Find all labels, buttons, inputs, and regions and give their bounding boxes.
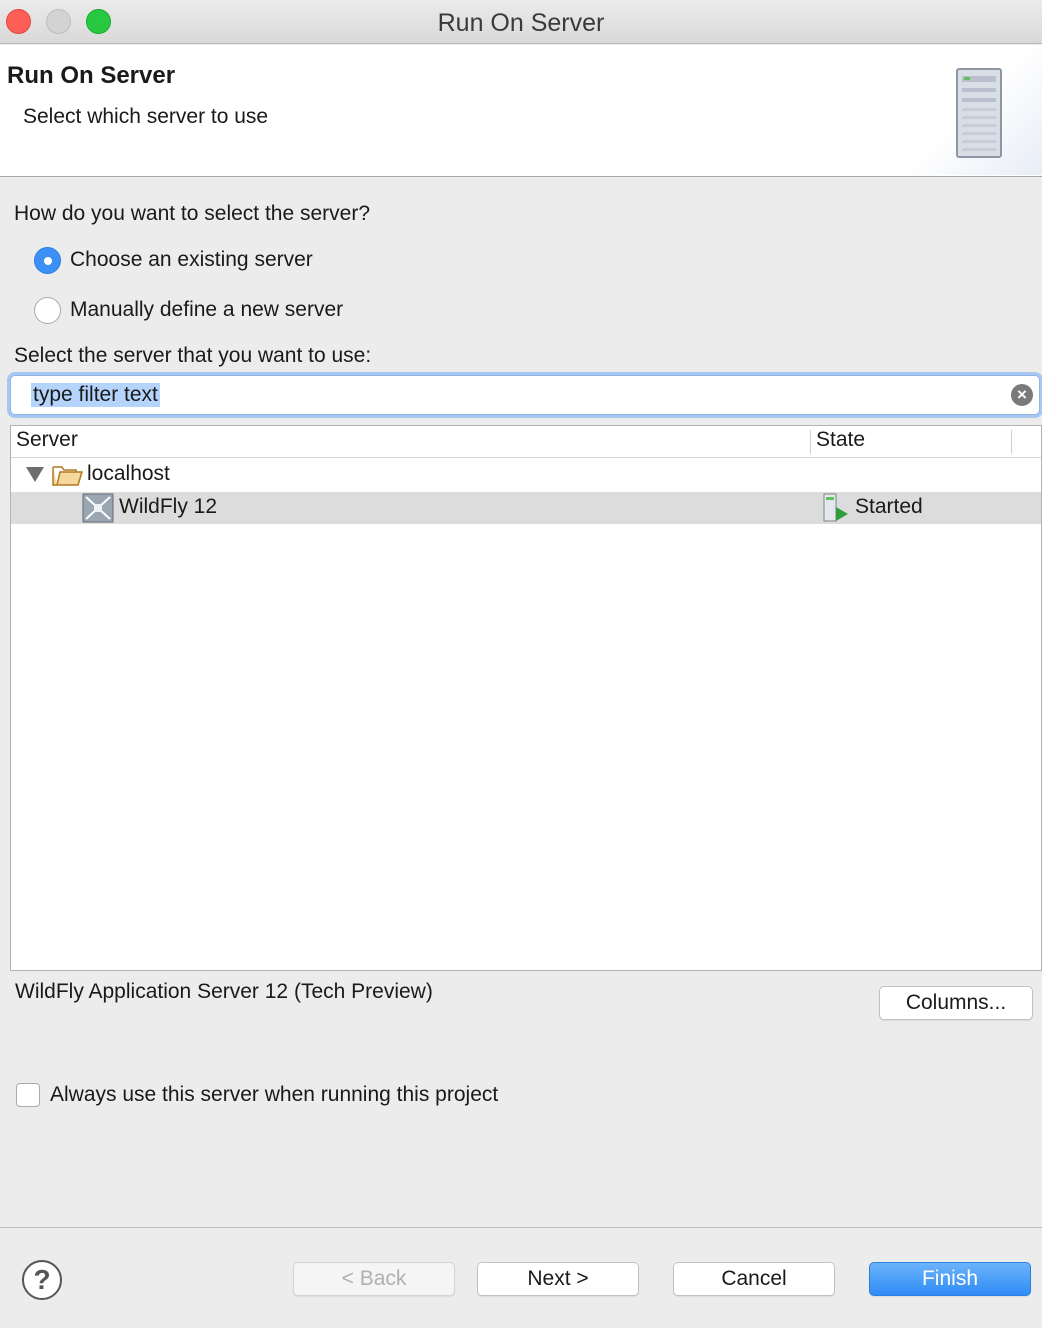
wizard-banner: Run On Server Select which server to use xyxy=(0,45,1042,177)
folder-icon xyxy=(52,466,84,486)
column-divider[interactable] xyxy=(1011,430,1012,454)
always-use-label: Always use this server when running this… xyxy=(50,1083,499,1106)
select-server-label: Select the server that you want to use: xyxy=(14,344,372,367)
started-icon xyxy=(823,493,848,522)
radio-button[interactable] xyxy=(34,296,61,324)
server-state: Started xyxy=(855,495,923,518)
server-icon xyxy=(956,68,1002,158)
wildfly-server-icon xyxy=(82,493,114,523)
always-use-option[interactable]: Always use this server when running this… xyxy=(16,1081,498,1109)
back-button[interactable]: < Back xyxy=(293,1262,455,1296)
footer-divider xyxy=(0,1227,1042,1228)
table-row-wildfly[interactable]: WildFly 12 Started xyxy=(11,492,1041,524)
clear-icon[interactable]: × xyxy=(1011,384,1033,406)
banner-title: Run On Server xyxy=(7,62,176,89)
expand-arrow-icon[interactable] xyxy=(26,467,44,482)
radio-button-selected[interactable] xyxy=(34,246,61,274)
banner-subtitle: Select which server to use xyxy=(23,105,269,128)
column-divider[interactable] xyxy=(810,430,811,454)
always-use-checkbox[interactable] xyxy=(16,1083,40,1107)
filter-text: type filter text xyxy=(31,383,160,407)
title-bar: Run On Server xyxy=(0,0,1042,44)
host-label: localhost xyxy=(87,462,170,485)
radio-choose-existing[interactable]: Choose an existing server xyxy=(34,245,313,275)
filter-input[interactable]: type filter text × xyxy=(10,375,1040,415)
next-button[interactable]: Next > xyxy=(477,1262,639,1296)
finish-button[interactable]: Finish xyxy=(869,1262,1031,1296)
cancel-button[interactable]: Cancel xyxy=(673,1262,835,1296)
server-description: WildFly Application Server 12 (Tech Prev… xyxy=(15,980,433,1003)
columns-button[interactable]: Columns... xyxy=(879,986,1033,1020)
table-header: Server State xyxy=(11,426,1041,458)
radio-label: Choose an existing server xyxy=(70,248,313,271)
column-header-state[interactable]: State xyxy=(816,428,865,452)
selection-question: How do you want to select the server? xyxy=(14,202,371,225)
server-table[interactable]: Server State localhost WildFly 12 Starte… xyxy=(10,425,1042,971)
server-name: WildFly 12 xyxy=(119,495,218,518)
help-icon[interactable]: ? xyxy=(22,1260,62,1300)
column-header-server[interactable]: Server xyxy=(16,428,78,452)
window-title: Run On Server xyxy=(437,9,605,37)
tree-row-localhost[interactable]: localhost xyxy=(11,459,1041,491)
radio-label: Manually define a new server xyxy=(70,298,344,321)
radio-manually-define[interactable]: Manually define a new server xyxy=(34,295,343,325)
